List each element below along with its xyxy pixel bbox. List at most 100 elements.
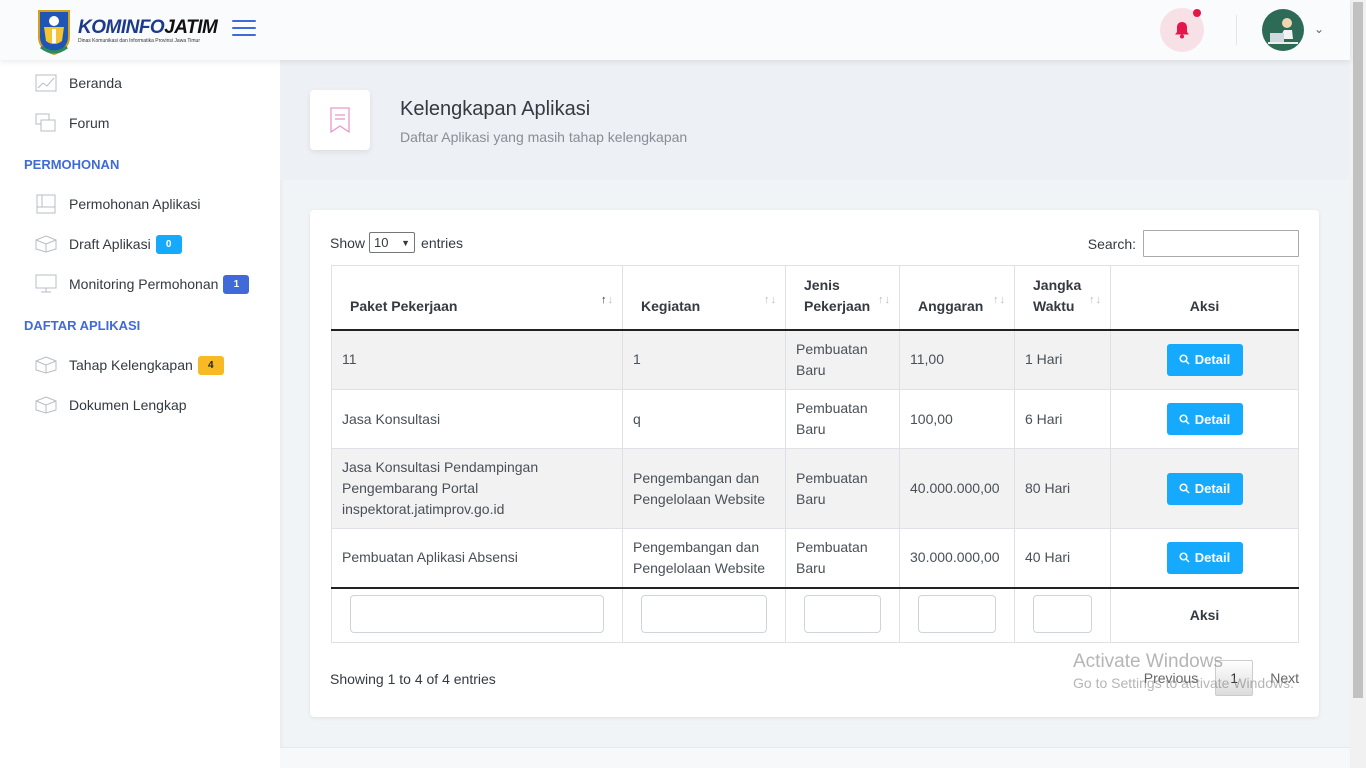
table-filter-row: Aksi [331,586,1299,643]
cell-jenis: Pembuatan Baru [785,528,900,588]
detail-button[interactable]: Detail [1166,472,1243,505]
pagination-page[interactable]: 1 [1215,660,1254,696]
search-label: Search: [1087,235,1136,252]
logo-subtitle: Dinas Komunikasi dan Informatika Provins… [78,37,200,44]
user-avatar-icon [1268,18,1298,44]
cell-jenis: Pembuatan Baru [785,329,900,390]
cell-waktu: 6 Hari [1014,389,1111,449]
sidebar-item-draft-aplikasi[interactable]: Draft Aplikasi 0 [34,232,182,256]
filter-input-waktu[interactable] [1033,594,1092,633]
filter-cell [899,586,1015,643]
page-scrollbar[interactable] [1350,0,1366,768]
count-badge: 1 [223,274,250,294]
column-header-label: Paket Pekerjaan [350,297,458,314]
applications-table: Paket Pekerjaan ↑↓ Kegiatan ↑↓ Jenis Peker… [331,265,1299,643]
column-header-paket[interactable]: Paket Pekerjaan ↑↓ [331,265,623,331]
filter-input-paket[interactable] [350,594,604,633]
column-header-waktu[interactable]: Jangka Waktu ↑↓ [1014,265,1111,331]
menu-toggle-icon[interactable] [232,20,256,38]
count-badge: 4 [197,355,224,375]
sidebar-item-tahap-kelengkapan[interactable]: Tahap Kelengkapan 4 [34,353,224,377]
search-control: Search: [1088,230,1299,257]
sort-icon: ↑↓ [764,294,777,306]
cell-aksi: Detail [1110,389,1299,449]
detail-button[interactable]: Detail [1166,541,1243,574]
bell-icon [1175,22,1189,39]
document-icon [34,193,58,215]
cell-waktu: 40 Hari [1014,528,1111,588]
detail-button-label: Detail [1194,411,1231,427]
bookmark-icon [310,90,370,150]
sidebar-item-label: Monitoring Permohonan [69,276,219,292]
cell-kegiatan: 1 [622,329,786,390]
column-header-label: Aksi [1189,297,1220,314]
sidebar-item-monitoring-permohonan[interactable]: Monitoring Permohonan 1 [34,272,250,296]
cell-waktu: 1 Hari [1014,329,1111,390]
page-length-select[interactable]: 10 ▼ [369,232,416,253]
count-badge: 0 [155,234,182,254]
pagination-next[interactable]: Next [1270,670,1299,686]
page-subtitle: Daftar Aplikasi yang masih tahap kelengk… [400,129,688,145]
pagination: Previous 1 Next [1144,660,1299,696]
sort-icon: ↑↓ [1089,294,1102,306]
sidebar-item-label: Dokumen Lengkap [69,397,187,413]
cell-anggaran: 100,00 [899,389,1015,449]
detail-button[interactable]: Detail [1166,403,1243,435]
table-row: Jasa Konsultasi Pendampingan Pengembaran… [331,448,1299,529]
detail-button-label: Detail [1194,352,1231,368]
cell-paket: 11 [331,329,623,390]
search-icon [1179,413,1190,425]
sort-icon: ↑↓ [993,294,1006,306]
search-input[interactable] [1143,230,1299,257]
logo-text: KOMINFOJATIM Dinas Komunikasi dan Inform… [78,17,218,45]
cell-aksi: Detail [1110,528,1299,588]
page-title-band: Kelengkapan Aplikasi Daftar Aplikasi yan… [280,60,1350,180]
cell-paket: Pembuatan Aplikasi Absensi [331,528,623,588]
column-header-kegiatan[interactable]: Kegiatan ↑↓ [622,265,786,331]
column-header-jenis[interactable]: Jenis Pekerjaan ↑↓ [785,265,900,331]
chevron-down-icon[interactable]: ⌄ [1314,22,1324,36]
user-avatar[interactable] [1262,9,1304,51]
section-heading-permohonan: PERMOHONAN [24,157,120,172]
column-header-aksi: Aksi [1110,265,1299,331]
cell-anggaran: 30.000.000,00 [899,528,1015,588]
filter-cell [331,586,623,643]
scrollbar-thumb[interactable] [1353,2,1363,698]
sidebar-item-dokumen-lengkap[interactable]: Dokumen Lengkap [34,393,187,417]
sidebar-item-beranda[interactable]: Beranda [34,71,122,95]
app-logo[interactable]: KOMINFOJATIM Dinas Komunikasi dan Inform… [36,6,218,56]
table-info: Showing 1 to 4 of 4 entries [330,671,496,687]
cell-aksi: Detail [1110,448,1299,529]
column-header-label: Jangka Waktu [1033,276,1082,314]
detail-button[interactable]: Detail [1166,343,1243,376]
table-row: Pembuatan Aplikasi Absensi Pengembangan … [331,528,1299,588]
detail-button-label: Detail [1194,481,1231,496]
cell-anggaran: 40.000.000,00 [899,448,1015,529]
sidebar-item-label: Draft Aplikasi [69,236,151,252]
filter-cell [622,586,786,643]
filter-input-anggaran[interactable] [918,594,996,633]
filter-input-kegiatan[interactable] [641,594,767,633]
sidebar-item-forum[interactable]: Forum [34,111,109,135]
footer-aksi-label: Aksi [1110,586,1299,643]
notification-dot [1193,9,1201,17]
chart-line-icon [34,72,58,94]
header-divider [1236,15,1237,45]
top-header: KOMINFOJATIM Dinas Komunikasi dan Inform… [0,0,1350,60]
box-icon [34,354,58,376]
cell-aksi: Detail [1110,329,1299,390]
filter-cell [785,586,900,643]
filter-cell [1014,586,1111,643]
search-icon [1179,483,1190,494]
cell-kegiatan: q [622,389,786,449]
filter-input-jenis[interactable] [804,594,881,633]
box-icon [34,233,58,255]
chat-bubbles-icon [34,112,58,134]
column-header-anggaran[interactable]: Anggaran ↑↓ [899,265,1015,331]
sidebar-item-permohonan-aplikasi[interactable]: Permohonan Aplikasi [34,192,201,216]
pagination-previous[interactable]: Previous [1144,670,1198,686]
cell-waktu: 80 Hari [1014,448,1111,529]
notifications-button[interactable] [1160,8,1204,52]
sort-icon: ↑↓ [601,294,614,306]
sidebar-item-label: Permohonan Aplikasi [69,196,201,212]
